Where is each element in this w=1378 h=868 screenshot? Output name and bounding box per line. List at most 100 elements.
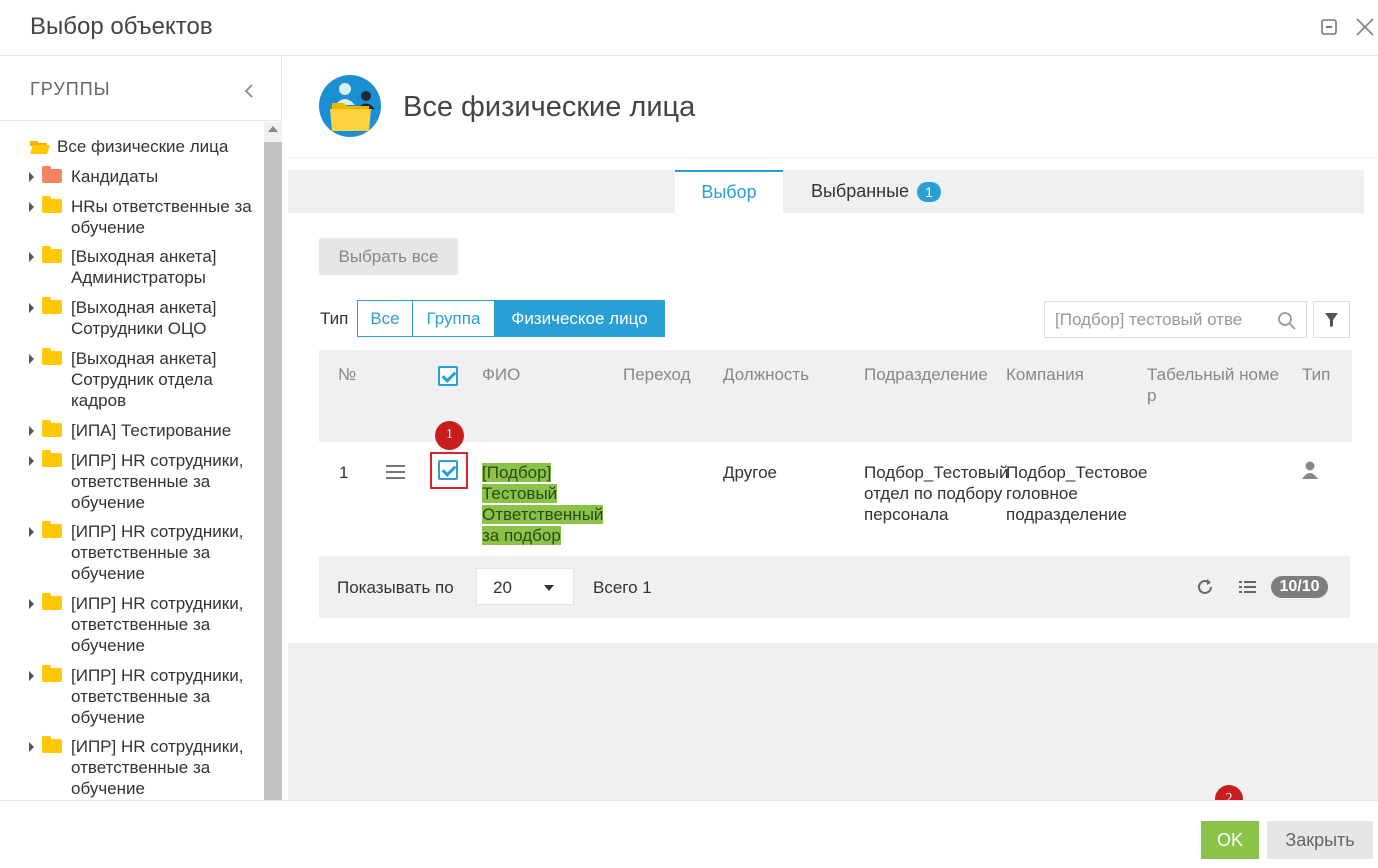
tree-item-group[interactable]: [ИПА] Тестирование (0, 420, 264, 442)
expand-caret-icon[interactable] (29, 527, 34, 537)
column-number[interactable]: № (338, 364, 356, 385)
tree-item-group[interactable]: [Выходная анкета] Сотрудник отдела кадро… (0, 348, 264, 411)
drag-handle-icon[interactable] (386, 464, 406, 485)
tree-item-label: [ИПР] HR сотрудники, ответственные за об… (71, 522, 244, 583)
tree-item-group[interactable]: [ИПР] HR сотрудники, ответственные за об… (0, 450, 264, 513)
ok-button[interactable]: OK (1201, 821, 1259, 859)
tree-item-group[interactable]: [ИПР] HR сотрудники, ответственные за об… (0, 665, 264, 728)
type-filter-group[interactable]: Группа (412, 300, 495, 337)
search-icon[interactable] (1277, 311, 1297, 331)
folder-icon (42, 420, 62, 437)
sidebar-scrollbar[interactable] (264, 122, 282, 800)
tree-item-label: [ИПР] HR сотрудники, ответственные за об… (71, 737, 244, 798)
column-fio[interactable]: ФИО (482, 364, 520, 385)
tree-item-group[interactable]: [ИПР] HR сотрудники, ответственные за об… (0, 521, 264, 584)
close-icon[interactable] (1354, 16, 1376, 38)
tab-selected[interactable]: Выбранные 1 (796, 170, 956, 213)
expand-caret-icon[interactable] (29, 599, 34, 609)
row-company: Подбор_Тестовое головное подразделение (1006, 463, 1148, 524)
sidebar-title: ГРУППЫ (30, 79, 111, 99)
refresh-icon[interactable] (1194, 576, 1216, 598)
select-all-checkbox[interactable] (438, 366, 458, 386)
selected-count-badge: 1 (917, 182, 942, 203)
tab-bar: Выбор Выбранные 1 (288, 170, 1364, 213)
type-filter-person[interactable]: Физическое лицо (494, 300, 665, 337)
groups-sidebar: ГРУППЫ Все физические лица Кандидаты HRы… (0, 57, 282, 800)
tree-item-label: [Выходная анкета] Сотрудники ОЦО (71, 298, 217, 338)
folder-open-icon (29, 139, 51, 160)
expand-caret-icon[interactable] (29, 202, 34, 212)
close-button[interactable]: Закрыть (1267, 821, 1373, 859)
tree-item-group[interactable]: HRы ответственные за обучение (0, 196, 264, 238)
expand-caret-icon[interactable] (29, 742, 34, 752)
column-list-icon[interactable] (1237, 576, 1259, 598)
row-position: Другое (723, 463, 778, 482)
search-input[interactable] (1055, 310, 1255, 330)
tree-item-group[interactable]: [ИПР] HR сотрудники, ответственные за об… (0, 736, 264, 799)
sidebar-header: ГРУППЫ (0, 57, 282, 121)
tree-item-candidates[interactable]: Кандидаты (0, 166, 264, 188)
dialog-header: Выбор объектов (0, 0, 1378, 56)
folder-icon (42, 450, 62, 467)
tree-item-label: [ИПА] Тестирование (71, 421, 232, 440)
tree-item-label: [ИПР] HR сотрудники, ответственные за об… (71, 594, 244, 655)
expand-caret-icon[interactable] (29, 172, 34, 182)
tree-item-group[interactable]: [Выходная анкета] Администраторы (0, 246, 264, 288)
tree-item-group[interactable]: [ИПР] HR сотрудники, ответственные за об… (0, 593, 264, 656)
page-size-value: 20 (493, 578, 512, 597)
tree-item-label: [Выходная анкета] Сотрудник отдела кадро… (71, 349, 217, 410)
divider (288, 157, 1378, 158)
tree-item-label: [ИПР] HR сотрудники, ответственные за об… (71, 451, 244, 512)
tree-item-label: [Выходная анкета] Администраторы (71, 247, 217, 287)
page-size-select[interactable]: 20 (476, 568, 574, 605)
column-position[interactable]: Должность (723, 364, 809, 385)
caret-down-icon (544, 585, 554, 591)
tree-item-label: HRы ответственные за обучение (71, 197, 252, 237)
object-picker-dialog: Выбор объектов ГРУППЫ Все физические лиц… (0, 0, 1378, 868)
folder-icon (42, 246, 62, 263)
folder-icon (42, 593, 62, 610)
person-icon (1301, 460, 1319, 485)
expand-caret-icon[interactable] (29, 671, 34, 681)
minimize-icon[interactable] (1318, 16, 1340, 38)
folder-icon (42, 665, 62, 682)
scroll-up-icon[interactable] (268, 126, 278, 132)
select-all-button[interactable]: Выбрать все (319, 238, 458, 275)
column-transition[interactable]: Переход (623, 364, 691, 385)
folder-icon (42, 166, 62, 183)
folder-icon (42, 521, 62, 538)
expand-caret-icon[interactable] (29, 426, 34, 436)
persons-folder-icon (319, 75, 381, 137)
tab-selection[interactable]: Выбор (675, 170, 783, 213)
filter-icon[interactable] (1313, 301, 1350, 338)
table-row[interactable]: 1 [Подбор] Тестовый Ответственный за под… (319, 442, 1352, 556)
row-fio[interactable]: [Подбор] Тестовый Ответственный за подбо… (482, 462, 617, 546)
column-department[interactable]: Подразделение (864, 364, 987, 385)
column-type[interactable]: Тип (1302, 364, 1330, 385)
step-marker-1: 1 (435, 421, 464, 450)
highlight-box (430, 452, 468, 489)
row-department: Подбор_Тестовый отдел по подбору персона… (864, 463, 1009, 524)
scroll-thumb[interactable] (264, 142, 282, 800)
tree-item-group[interactable]: [Выходная анкета] Сотрудники ОЦО (0, 297, 264, 339)
dialog-footer: OK Закрыть (0, 800, 1378, 868)
type-filter-all[interactable]: Все (357, 300, 413, 337)
main-content: Все физические лица Выбор Выбранные 1 Выб… (288, 57, 1378, 643)
total-count: Всего 1 (593, 578, 652, 597)
chevron-left-icon[interactable] (240, 81, 258, 101)
folder-icon (42, 297, 62, 314)
expand-caret-icon[interactable] (29, 354, 34, 364)
group-tree: Все физические лица Кандидаты HRы ответс… (0, 122, 264, 800)
column-company[interactable]: Компания (1006, 364, 1084, 385)
tree-item-label: Кандидаты (71, 167, 159, 186)
folder-icon (42, 196, 62, 213)
columns-count-badge[interactable]: 10/10 (1271, 576, 1328, 598)
expand-caret-icon[interactable] (29, 456, 34, 466)
expand-caret-icon[interactable] (29, 303, 34, 313)
expand-caret-icon[interactable] (29, 252, 34, 262)
tab-label: Выбор (701, 182, 757, 202)
column-tab-number[interactable]: Табельный номер (1147, 364, 1281, 406)
folder-icon (42, 348, 62, 365)
dialog-title: Выбор объектов (30, 13, 213, 40)
tree-item-all-persons[interactable]: Все физические лица (0, 136, 264, 158)
